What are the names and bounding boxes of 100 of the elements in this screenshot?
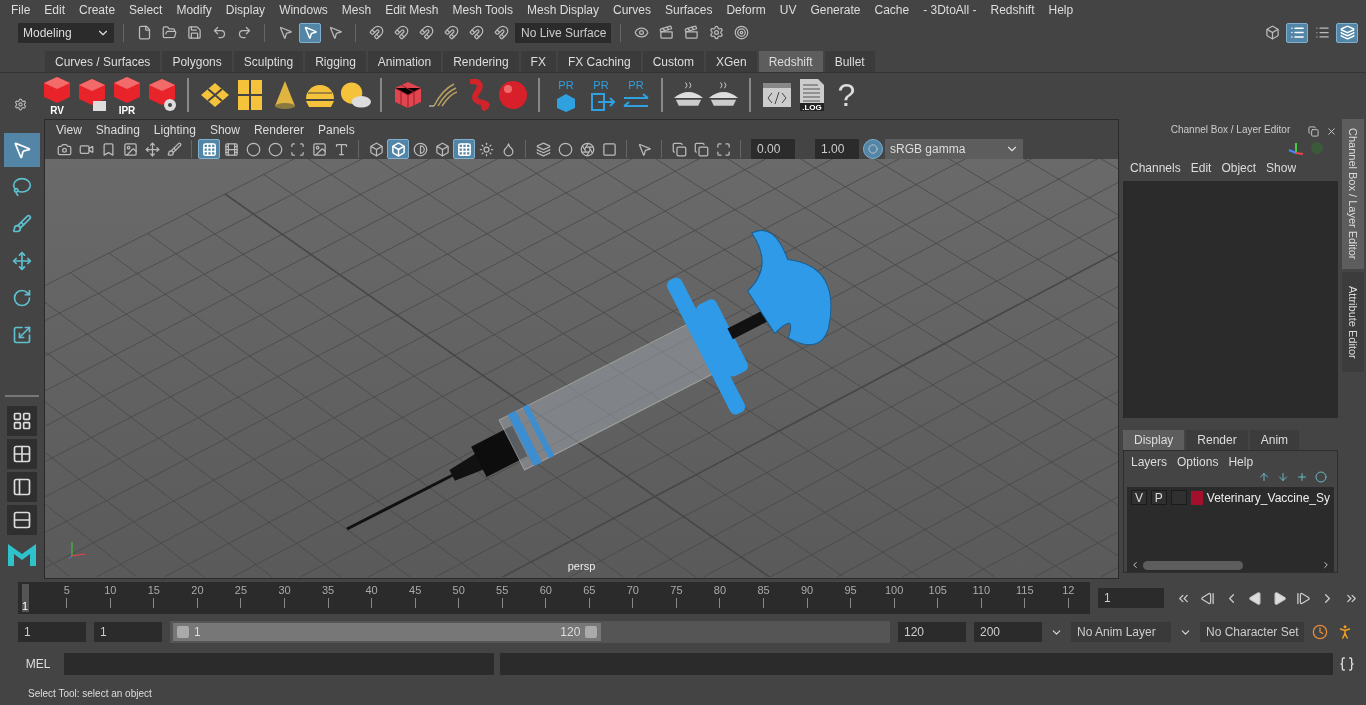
- shelf-tab[interactable]: XGen: [705, 51, 757, 72]
- range-handle[interactable]: [585, 626, 598, 638]
- exposure-field[interactable]: 0.00: [751, 139, 795, 159]
- time-slider[interactable]: 1 5 10 15 20 25 30 35 40 45 50 55 60 65 70 75 80 85 90 95 100 105 110 115 12: [18, 582, 1090, 614]
- menu-item[interactable]: Display: [218, 3, 273, 17]
- menu-item[interactable]: Edit Mesh: [378, 3, 446, 17]
- single-view-layout-button[interactable]: [7, 406, 37, 436]
- menu-item[interactable]: Generate: [803, 3, 868, 17]
- circle-icon[interactable]: [1315, 471, 1327, 483]
- menu-item[interactable]: Cache: [867, 3, 917, 17]
- list-icon: [1289, 25, 1305, 40]
- braces-icon[interactable]: [1339, 656, 1355, 672]
- pointer-tool-button[interactable]: [4, 133, 40, 167]
- menu-item[interactable]: Select: [122, 3, 170, 17]
- menu-item[interactable]: UV: [772, 3, 804, 17]
- arrow-down-icon[interactable]: [1277, 471, 1289, 483]
- viewport-menu-item[interactable]: Shading: [88, 122, 147, 137]
- current-frame-field[interactable]: 1: [1098, 588, 1164, 608]
- menu-item[interactable]: Surfaces: [658, 3, 720, 17]
- shelf-tab[interactable]: Redshift: [758, 51, 823, 72]
- cone-icon: [272, 80, 297, 110]
- scrollbar-thumb[interactable]: [1143, 560, 1243, 570]
- menu-item[interactable]: Mesh: [334, 3, 379, 17]
- layer-editor-tab[interactable]: Render: [1186, 430, 1248, 450]
- shelf-tab[interactable]: Curves / Surfaces: [45, 51, 161, 72]
- channel-box-menu-item[interactable]: Object: [1218, 161, 1264, 175]
- viewport-menu-item[interactable]: View: [49, 122, 89, 137]
- viewport-menu-item[interactable]: Show: [202, 122, 247, 137]
- viewport-menu-item[interactable]: Renderer: [246, 122, 311, 137]
- frame-number: 95: [844, 584, 857, 596]
- menu-item[interactable]: Modify: [169, 3, 219, 17]
- cube-icon: [434, 141, 450, 157]
- menu-item[interactable]: Edit: [37, 3, 73, 17]
- live-surface-field[interactable]: No Live Surface: [515, 22, 611, 43]
- shelf-tab[interactable]: Animation: [367, 51, 442, 72]
- menu-item[interactable]: - 3DtoAll -: [916, 3, 984, 17]
- command-input[interactable]: [64, 653, 494, 675]
- character-set-field[interactable]: No Character Set: [1200, 622, 1304, 642]
- chevron-left-icon[interactable]: [1130, 560, 1140, 570]
- close-icon: [1325, 125, 1337, 137]
- stacked-view-layout-button[interactable]: [7, 505, 37, 535]
- command-language-label[interactable]: MEL: [18, 657, 58, 671]
- magnet-icon: [468, 25, 484, 40]
- plus-icon[interactable]: [1296, 471, 1308, 483]
- shelf-tab[interactable]: FX: [520, 51, 556, 72]
- menu-item[interactable]: Windows: [272, 3, 335, 17]
- cube-button[interactable]: [387, 139, 409, 159]
- menu-item[interactable]: Mesh Tools: [445, 3, 520, 17]
- shelf-tab[interactable]: Custom: [642, 51, 704, 72]
- menu-item[interactable]: Help: [1041, 3, 1081, 17]
- layer-editor-tab[interactable]: Display: [1123, 430, 1185, 450]
- layer-menu-item[interactable]: Layers: [1128, 455, 1175, 469]
- side-tab[interactable]: Attribute Editor: [1342, 272, 1364, 372]
- menu-item[interactable]: File: [4, 3, 38, 17]
- menu-item[interactable]: Deform: [719, 3, 773, 17]
- current-frame-marker[interactable]: 1: [22, 584, 29, 612]
- start-frame-field[interactable]: 1: [18, 622, 86, 642]
- channel-box-menu-item[interactable]: Channels: [1127, 161, 1188, 175]
- split-view-layout-button[interactable]: [7, 472, 37, 502]
- anim-layer-field[interactable]: No Anim Layer: [1071, 622, 1171, 642]
- shelf-tab[interactable]: Polygons: [162, 51, 232, 72]
- channel-box-menu-item[interactable]: Edit: [1187, 161, 1219, 175]
- shelf-tab[interactable]: Sculpting: [233, 51, 304, 72]
- color-space-dropdown[interactable]: sRGB gamma: [885, 139, 1023, 159]
- playback-toggle[interactable]: P: [1150, 490, 1167, 505]
- side-tab[interactable]: Channel Box / Layer Editor: [1342, 119, 1364, 269]
- shelf-tab[interactable]: Rendering: [443, 51, 519, 72]
- menu-item[interactable]: Curves: [606, 3, 659, 17]
- shelf-tab[interactable]: Bullet: [824, 51, 875, 72]
- end-frame-field[interactable]: 200: [974, 622, 1042, 642]
- playback-start-field[interactable]: 1: [94, 622, 162, 642]
- color-management-toggle[interactable]: [863, 139, 883, 159]
- list-button[interactable]: [1286, 22, 1308, 43]
- settings-icon[interactable]: [13, 98, 27, 111]
- layer-menu-item[interactable]: Help: [1225, 455, 1261, 469]
- gamma-field[interactable]: 1.00: [815, 139, 859, 159]
- grid-button[interactable]: [198, 139, 220, 159]
- layer-editor-tab[interactable]: Anim: [1249, 430, 1300, 450]
- layer-menu-item[interactable]: Options: [1174, 455, 1226, 469]
- shelf-tab[interactable]: FX Caching: [557, 51, 641, 72]
- channel-box-menu-item[interactable]: Show: [1263, 161, 1304, 175]
- menu-item[interactable]: Mesh Display: [520, 3, 607, 17]
- viewport-menu-item[interactable]: Panels: [310, 122, 362, 137]
- viewport-canvas[interactable]: persp: [45, 159, 1118, 578]
- playback-end-field[interactable]: 120: [898, 622, 966, 642]
- menu-item[interactable]: Redshift: [983, 3, 1042, 17]
- range-handle[interactable]: [177, 626, 189, 638]
- mode-dropdown[interactable]: Modeling: [18, 22, 114, 43]
- arrow-up-icon[interactable]: [1258, 471, 1270, 483]
- menu-item[interactable]: Create: [72, 3, 123, 17]
- four-view-layout-button[interactable]: [7, 439, 37, 469]
- shelf-tab[interactable]: Rigging: [305, 51, 366, 72]
- layer-color-swatch[interactable]: [1190, 490, 1203, 505]
- grid-button[interactable]: [453, 139, 475, 159]
- visibility-toggle[interactable]: V: [1131, 490, 1147, 505]
- clock-icon[interactable]: [1312, 624, 1328, 640]
- viewport-menu-item[interactable]: Lighting: [146, 122, 203, 137]
- layers-button[interactable]: [1336, 22, 1358, 43]
- pointer-button[interactable]: [299, 22, 321, 43]
- chevron-right-icon[interactable]: [1321, 560, 1331, 570]
